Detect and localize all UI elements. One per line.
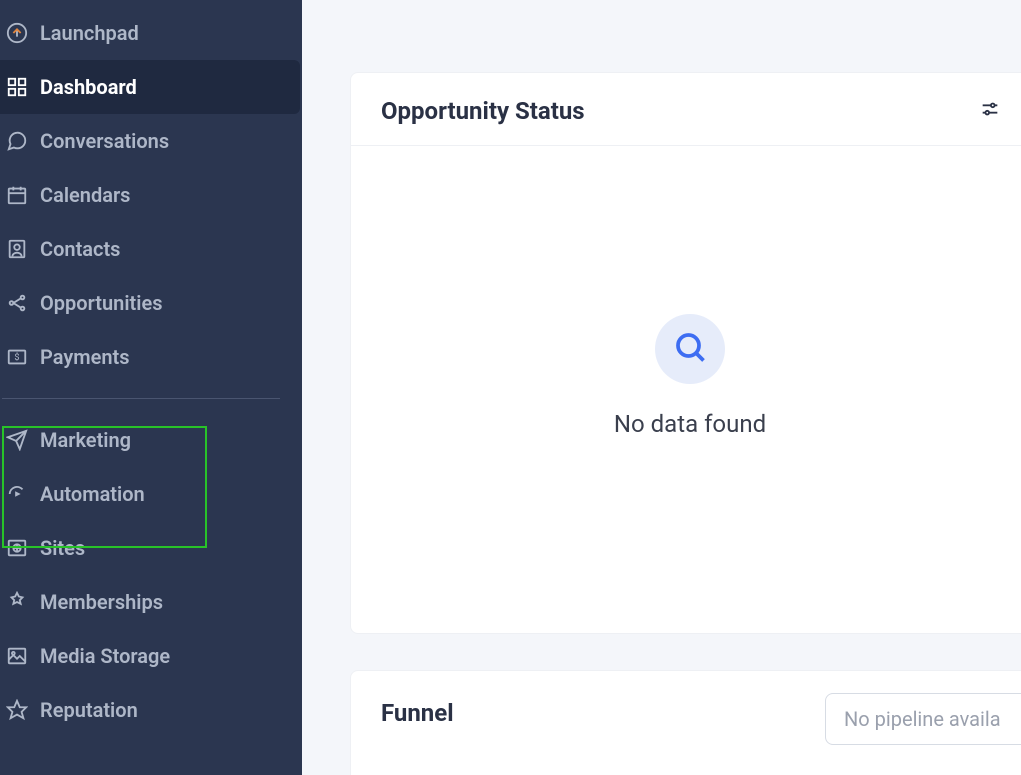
funnel-card: Funnel No pipeline availa <box>350 670 1021 775</box>
opportunities-icon <box>4 292 40 314</box>
sidebar-item-label: Launchpad <box>40 21 139 45</box>
sidebar-item-label: Marketing <box>40 428 131 452</box>
sidebar-item-label: Dashboard <box>40 75 137 99</box>
sidebar-item-dashboard[interactable]: Dashboard <box>0 60 300 114</box>
sidebar-item-label: Contacts <box>40 237 120 261</box>
dashboard-icon <box>4 76 40 98</box>
sidebar-item-sites[interactable]: Sites <box>0 521 302 575</box>
card-header: Opportunity Status <box>351 73 1021 146</box>
send-icon <box>4 429 40 451</box>
sites-icon <box>4 537 40 559</box>
sidebar-item-conversations[interactable]: Conversations <box>0 114 302 168</box>
sidebar-item-label: Reputation <box>40 698 138 722</box>
funnel-title: Funnel <box>381 699 454 727</box>
star-icon <box>4 699 40 721</box>
sidebar-item-label: Payments <box>40 345 130 369</box>
automation-icon <box>4 483 40 505</box>
main-content: Opportunity Status No data found Funn <box>302 0 1021 775</box>
contacts-icon <box>4 238 40 260</box>
sidebar-item-label: Memberships <box>40 590 163 614</box>
payments-icon: $ <box>4 346 40 368</box>
sidebar-item-label: Opportunities <box>40 291 163 315</box>
sidebar-item-automation[interactable]: Automation <box>0 467 302 521</box>
sidebar-item-memberships[interactable]: Memberships <box>0 575 302 629</box>
sidebar-item-opportunities[interactable]: Opportunities <box>0 276 302 330</box>
media-icon <box>4 645 40 667</box>
chat-icon <box>4 130 40 152</box>
empty-state-text: No data found <box>614 410 766 438</box>
settings-icon[interactable] <box>979 98 1001 124</box>
sidebar-item-launchpad[interactable]: Launchpad <box>0 6 302 60</box>
sidebar-item-calendars[interactable]: Calendars <box>0 168 302 222</box>
sidebar-item-label: Conversations <box>40 129 169 153</box>
sidebar-item-label: Calendars <box>40 183 130 207</box>
memberships-icon <box>4 591 40 613</box>
sidebar-item-marketing[interactable]: Marketing <box>0 413 302 467</box>
launchpad-icon <box>4 22 40 44</box>
sidebar-item-media-storage[interactable]: Media Storage <box>0 629 302 683</box>
sidebar-divider <box>2 398 280 399</box>
card-header: Funnel No pipeline availa <box>351 671 1021 745</box>
pipeline-select-placeholder: No pipeline availa <box>844 707 1001 731</box>
sidebar-item-contacts[interactable]: Contacts <box>0 222 302 276</box>
sidebar-item-reputation[interactable]: Reputation <box>0 683 302 737</box>
sidebar-item-payments[interactable]: $ Payments <box>0 330 302 384</box>
sidebar: Launchpad Dashboard Conversations Calend… <box>0 0 302 775</box>
empty-state-icon-circle <box>655 314 725 384</box>
sidebar-item-label: Sites <box>40 536 85 560</box>
card-title: Opportunity Status <box>381 97 585 125</box>
opportunity-status-card: Opportunity Status No data found <box>350 72 1021 634</box>
svg-text:$: $ <box>14 352 19 363</box>
sidebar-item-label: Automation <box>40 482 145 506</box>
pipeline-select[interactable]: No pipeline availa <box>825 693 1021 745</box>
sidebar-item-label: Media Storage <box>40 644 170 668</box>
search-icon <box>672 329 708 369</box>
calendar-icon <box>4 184 40 206</box>
empty-state: No data found <box>351 146 1021 438</box>
